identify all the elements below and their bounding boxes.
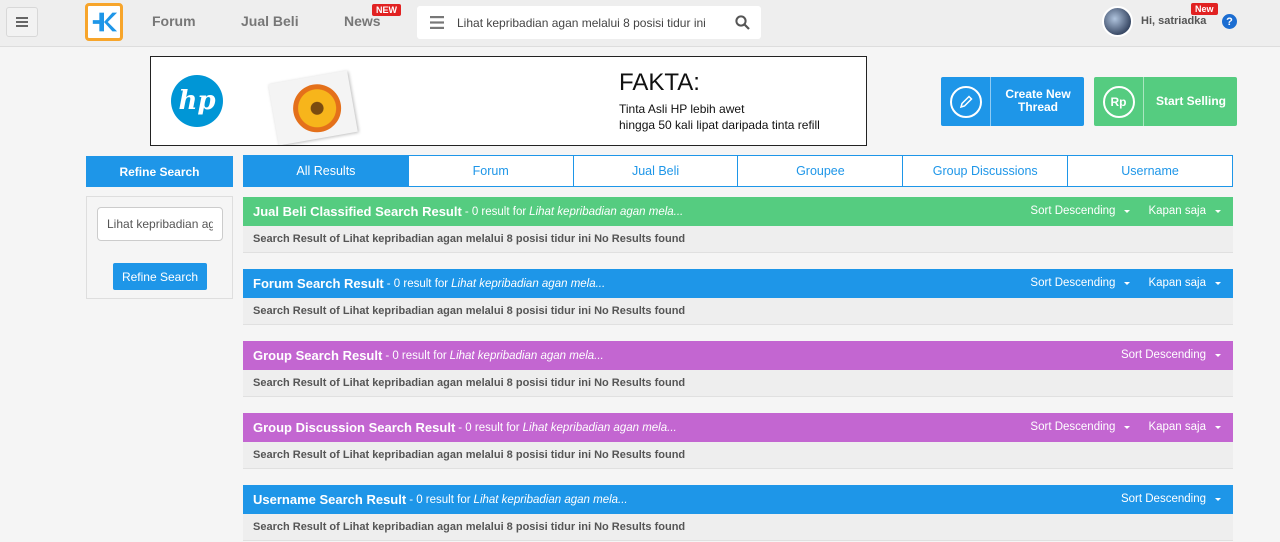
create-label-2: Thread — [1017, 100, 1058, 114]
result-query: Lihat kepribadian agan mela... — [522, 421, 677, 434]
result-count: - 0 result for — [458, 421, 520, 434]
refine-search-input[interactable] — [97, 207, 223, 241]
create-new-thread-button[interactable]: Create New Thread — [941, 77, 1084, 126]
news-new-badge: NEW — [372, 4, 401, 16]
result-query: Lihat kepribadian agan mela... — [473, 493, 628, 506]
result-header: Forum Search Result - 0 result for Lihat… — [243, 269, 1233, 298]
hamburger-menu-button[interactable] — [6, 7, 38, 37]
tab-all-results[interactable]: All Results — [243, 155, 409, 187]
kaskus-k-icon — [92, 12, 118, 32]
start-selling-button[interactable]: Rp Start Selling — [1094, 77, 1237, 126]
group-result-section: Group Search Result - 0 result for Lihat… — [243, 341, 1233, 397]
search-bar — [417, 6, 761, 39]
sort-dropdown[interactable]: Sort Descending — [1030, 277, 1131, 289]
start-selling-label: Start Selling — [1155, 94, 1226, 108]
time-label: Kapan saja — [1148, 277, 1206, 289]
time-label: Kapan saja — [1148, 205, 1206, 217]
tab-group-discussions[interactable]: Group Discussions — [902, 155, 1069, 187]
result-title: Group Search Result — [253, 348, 383, 363]
nav-forum[interactable]: Forum — [152, 13, 196, 29]
time-dropdown[interactable]: Kapan saja — [1148, 277, 1221, 289]
refine-search-button[interactable]: Refine Search — [113, 263, 207, 290]
time-dropdown[interactable]: Kapan saja — [1148, 421, 1221, 433]
sort-label: Sort Descending — [1120, 349, 1206, 361]
nav-jual-beli[interactable]: Jual Beli — [241, 13, 299, 29]
hp-logo: hp — [171, 75, 223, 127]
kaskus-logo[interactable] — [85, 3, 123, 41]
time-dropdown[interactable]: Kapan saja — [1148, 205, 1221, 217]
result-tabs: All Results Forum Jual Beli Groupee Grou… — [243, 155, 1233, 187]
result-title: Jual Beli Classified Search Result — [253, 204, 462, 219]
sort-label: Sort Descending — [1120, 493, 1206, 505]
flower-photo — [268, 70, 358, 145]
jual-beli-result-section: Jual Beli Classified Search Result - 0 r… — [243, 197, 1233, 253]
create-label-1: Create New — [1005, 87, 1071, 101]
sort-label: Sort Descending — [1030, 421, 1116, 433]
result-body: Search Result of Lihat kepribadian agan … — [243, 370, 1233, 397]
user-new-badge: New — [1191, 3, 1218, 15]
dropdown-caret-icon — [1124, 281, 1131, 285]
list-menu-icon[interactable] — [430, 16, 444, 29]
result-header: Group Search Result - 0 result for Lihat… — [243, 341, 1233, 370]
result-title: Username Search Result — [253, 492, 407, 507]
username-result-section: Username Search Result - 0 result for Li… — [243, 485, 1233, 541]
tab-forum[interactable]: Forum — [407, 155, 574, 187]
result-body: Search Result of Lihat kepribadian agan … — [243, 514, 1233, 541]
sort-label: Sort Descending — [1030, 205, 1116, 217]
result-count: - 0 result for — [464, 205, 527, 218]
avatar[interactable] — [1102, 6, 1133, 37]
result-header: Username Search Result - 0 result for Li… — [243, 485, 1233, 514]
dropdown-caret-icon — [1215, 281, 1221, 285]
rupiah-icon: Rp — [1102, 85, 1135, 118]
result-header: Group Discussion Search Result - 0 resul… — [243, 413, 1233, 442]
search-input[interactable] — [457, 6, 729, 39]
refine-search-heading: Refine Search — [86, 156, 233, 187]
result-body: Search Result of Lihat kepribadian agan … — [243, 226, 1233, 253]
sort-dropdown[interactable]: Sort Descending — [1030, 205, 1131, 217]
result-title: Group Discussion Search Result — [253, 420, 456, 435]
result-count: - 0 result for — [385, 349, 447, 362]
forum-result-section: Forum Search Result - 0 result for Lihat… — [243, 269, 1233, 325]
result-count: - 0 result for — [409, 493, 471, 506]
result-body: Search Result of Lihat kepribadian agan … — [243, 298, 1233, 325]
hamburger-menu-icon — [16, 17, 28, 27]
time-label: Kapan saja — [1148, 421, 1206, 433]
result-query: Lihat kepribadian agan mela... — [449, 349, 604, 362]
refine-search-panel: Refine Search — [86, 196, 233, 299]
search-icon[interactable] — [735, 15, 750, 30]
result-header: Jual Beli Classified Search Result - 0 r… — [243, 197, 1233, 226]
sort-label: Sort Descending — [1030, 277, 1116, 289]
sort-dropdown[interactable]: Sort Descending — [1121, 493, 1221, 505]
banner-line-1: Tinta Asli HP lebih awet — [619, 102, 745, 116]
top-navbar: Forum Jual Beli News NEW Hi, satriadka N… — [0, 0, 1280, 47]
result-query: Lihat kepribadian agan mela... — [529, 205, 684, 218]
group-discussion-result-section: Group Discussion Search Result - 0 resul… — [243, 413, 1233, 469]
dropdown-caret-icon — [1215, 425, 1221, 429]
pencil-icon — [949, 85, 982, 118]
result-query: Lihat kepribadian agan mela... — [451, 277, 606, 290]
tab-groupee[interactable]: Groupee — [737, 155, 904, 187]
dropdown-caret-icon — [1124, 209, 1131, 213]
dropdown-caret-icon — [1215, 353, 1221, 357]
user-greeting[interactable]: Hi, satriadka — [1141, 15, 1206, 27]
result-title: Forum Search Result — [253, 276, 384, 291]
sort-dropdown[interactable]: Sort Descending — [1121, 349, 1221, 361]
banner-line-2: hingga 50 kali lipat daripada tinta refi… — [619, 118, 820, 132]
dropdown-caret-icon — [1215, 209, 1221, 213]
result-body: Search Result of Lihat kepribadian agan … — [243, 442, 1233, 469]
dropdown-caret-icon — [1124, 425, 1131, 429]
dropdown-caret-icon — [1215, 497, 1221, 501]
hp-banner-ad[interactable]: hp FAKTA: Tinta Asli HP lebih awet hingg… — [150, 56, 867, 146]
banner-title: FAKTA: — [619, 69, 700, 96]
tab-username[interactable]: Username — [1067, 155, 1233, 187]
result-count: - 0 result for — [386, 277, 449, 290]
tab-jual-beli[interactable]: Jual Beli — [572, 155, 739, 187]
sort-dropdown[interactable]: Sort Descending — [1030, 421, 1131, 433]
help-icon[interactable]: ? — [1222, 14, 1237, 29]
